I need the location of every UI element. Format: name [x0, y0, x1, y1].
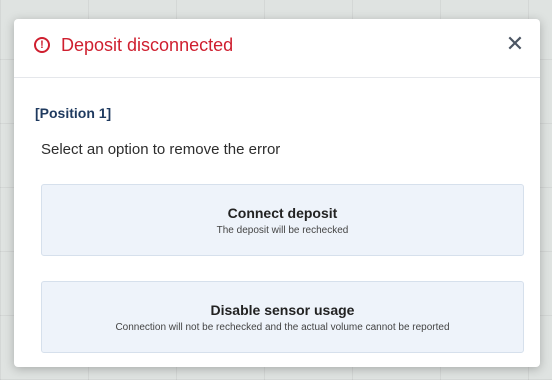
connect-deposit-button[interactable]: Connect deposit The deposit will be rech… — [41, 184, 524, 256]
disable-sensor-usage-description: Connection will not be rechecked and the… — [115, 322, 450, 333]
deposit-error-dialog: ! Deposit disconnected ✕ [Position 1] Se… — [14, 19, 540, 367]
close-button[interactable]: ✕ — [502, 31, 528, 57]
instruction-text: Select an option to remove the error — [41, 141, 281, 158]
connect-deposit-description: The deposit will be rechecked — [216, 225, 349, 236]
close-icon: ✕ — [505, 31, 525, 56]
position-label: [Position 1] — [35, 105, 112, 121]
connect-deposit-title: Connect deposit — [227, 205, 338, 221]
dialog-header: ! Deposit disconnected ✕ — [14, 19, 540, 78]
disable-sensor-usage-title: Disable sensor usage — [210, 302, 355, 318]
alert-circle-icon: ! — [34, 37, 50, 53]
dialog-title: Deposit disconnected — [61, 35, 234, 55]
disable-sensor-usage-button[interactable]: Disable sensor usage Connection will not… — [41, 281, 524, 353]
